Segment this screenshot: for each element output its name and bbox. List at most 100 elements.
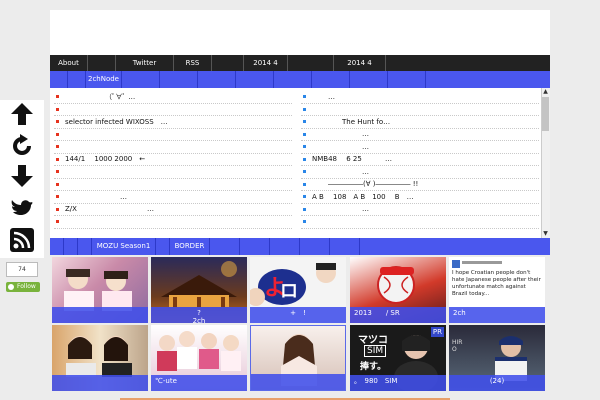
list-item[interactable]: … [301,141,539,154]
nav-archive-1[interactable]: 2014 4 [244,55,288,71]
category-item[interactable] [426,71,550,88]
list-item[interactable]: ―――――(∀ )――――― !! [301,179,539,191]
tag-item[interactable] [78,238,92,255]
tag-item[interactable] [50,238,64,255]
headline-link[interactable]: ―――――(∀ )――――― !! [312,180,418,188]
scroll-down-arrow-icon[interactable]: ▼ [541,230,550,238]
tag-item[interactable] [156,238,170,255]
tag-item[interactable] [270,238,300,255]
tag-item[interactable] [240,238,270,255]
article-tile[interactable] [250,325,346,391]
article-tile[interactable]: ? 2ch [151,257,247,323]
category-item[interactable] [68,71,86,88]
category-item[interactable] [350,71,388,88]
headline-link[interactable]: The Hunt fo… [312,118,390,126]
list-item[interactable] [54,166,292,179]
category-item[interactable] [160,71,198,88]
nav-about[interactable]: About [50,55,88,71]
list-item[interactable] [54,104,292,116]
list-item[interactable] [54,179,292,191]
list-item[interactable]: … [301,166,539,179]
tag-border[interactable]: BORDER [170,238,210,255]
arrow-down-icon[interactable] [10,164,34,188]
list-item[interactable]: NMB48 6 25 … [301,154,539,166]
article-tile[interactable]: 2013 / SR [350,257,446,323]
tag-item[interactable] [210,238,240,255]
category-item[interactable] [122,71,160,88]
category-item[interactable] [198,71,236,88]
headline-link[interactable]: selector infected WIXOSS … [65,117,168,127]
share-count: 74 [6,262,38,277]
headline-link[interactable]: … [312,168,369,176]
bullet-icon [303,182,306,186]
headline-column-left: （ﾟ∀ﾟ … selector infected WIXOSS … 144/1 … [54,91,292,229]
bullet-icon [56,220,59,224]
category-item[interactable] [236,71,274,88]
article-tile[interactable]: マツコ SIM 捧す。 PR 。 980 SIM [350,325,446,391]
list-item[interactable]: The Hunt fo… [301,116,539,129]
list-item[interactable] [301,104,539,116]
list-item[interactable] [54,216,292,229]
article-tile[interactable] [52,257,148,323]
nav-item-blank-2[interactable] [212,55,244,71]
headline-link[interactable]: … [312,205,369,213]
tile-caption [52,375,148,391]
nav-item-blank-4[interactable] [386,55,550,71]
list-item[interactable]: … [301,129,539,141]
nav-rss[interactable]: RSS [174,55,212,71]
headline-link[interactable]: … [312,93,335,101]
scroll-up-arrow-icon[interactable]: ▲ [541,88,550,96]
category-item[interactable] [388,71,426,88]
list-item[interactable]: … [301,91,539,104]
tweet-author [462,261,502,264]
list-item[interactable]: A B 108 A B 100 B … [301,191,539,204]
nav-twitter[interactable]: Twitter [116,55,174,71]
article-tile[interactable]: I hope Croatian people don't hate Japane… [449,257,545,323]
nav-item-blank-3[interactable] [288,55,334,71]
headline-link[interactable]: A B 108 A B 100 B … [312,192,414,202]
headline-link[interactable]: Z/X … [65,204,154,214]
tag-item[interactable] [330,238,360,255]
list-item[interactable]: Z/X … [54,204,292,216]
tag-mozu-season1[interactable]: MOZU Season1 [92,238,156,255]
article-tile[interactable] [52,325,148,391]
headline-link[interactable]: … [65,193,127,201]
list-item[interactable]: … [301,204,539,216]
headline-link[interactable]: NMB48 6 25 … [312,154,392,164]
headline-link[interactable]: … [312,143,369,151]
tag-item[interactable] [360,238,550,255]
list-item[interactable]: selector infected WIXOSS … [54,116,292,129]
scrollbar-thumb[interactable] [542,97,549,131]
article-tile[interactable]: よ ロ + ! [250,257,346,323]
list-item[interactable]: 144/1 1000 2000 ← [54,154,292,166]
nav-archive-2[interactable]: 2014 4 [334,55,386,71]
list-item[interactable] [54,141,292,154]
nav-item-blank-1[interactable] [88,55,116,71]
tag-navigation: MOZU Season1 BORDER [50,238,550,255]
tweet-text: I hope Croatian people don't hate Japane… [452,270,541,297]
bullet-icon [56,132,59,136]
site-header [50,10,550,55]
headline-link[interactable]: 144/1 1000 2000 ← [65,154,145,164]
tag-item[interactable] [300,238,330,255]
headline-link[interactable]: （ﾟ∀ﾟ … [65,92,135,102]
bullet-icon [303,95,306,99]
headline-link[interactable]: … [312,130,369,138]
tile-caption [52,307,148,323]
rss-icon[interactable] [10,228,34,252]
headline-column-right: … The Hunt fo… … … NMB48 6 25 … … ―――――(… [301,91,539,229]
article-tile[interactable]: HIRO (24) [449,325,545,391]
twitter-bird-icon[interactable] [10,196,34,220]
list-item[interactable]: … [54,191,292,204]
list-item[interactable] [301,216,539,229]
article-tile[interactable]: ℃-ute [151,325,247,391]
tag-item[interactable] [64,238,78,255]
list-item[interactable]: （ﾟ∀ﾟ … [54,91,292,104]
category-item[interactable] [274,71,312,88]
list-item[interactable] [54,129,292,141]
refresh-icon[interactable] [10,134,34,158]
arrow-up-icon[interactable] [10,102,34,126]
category-item[interactable] [50,71,68,88]
category-item[interactable] [312,71,350,88]
category-2chnode[interactable]: 2chNode [86,71,122,88]
